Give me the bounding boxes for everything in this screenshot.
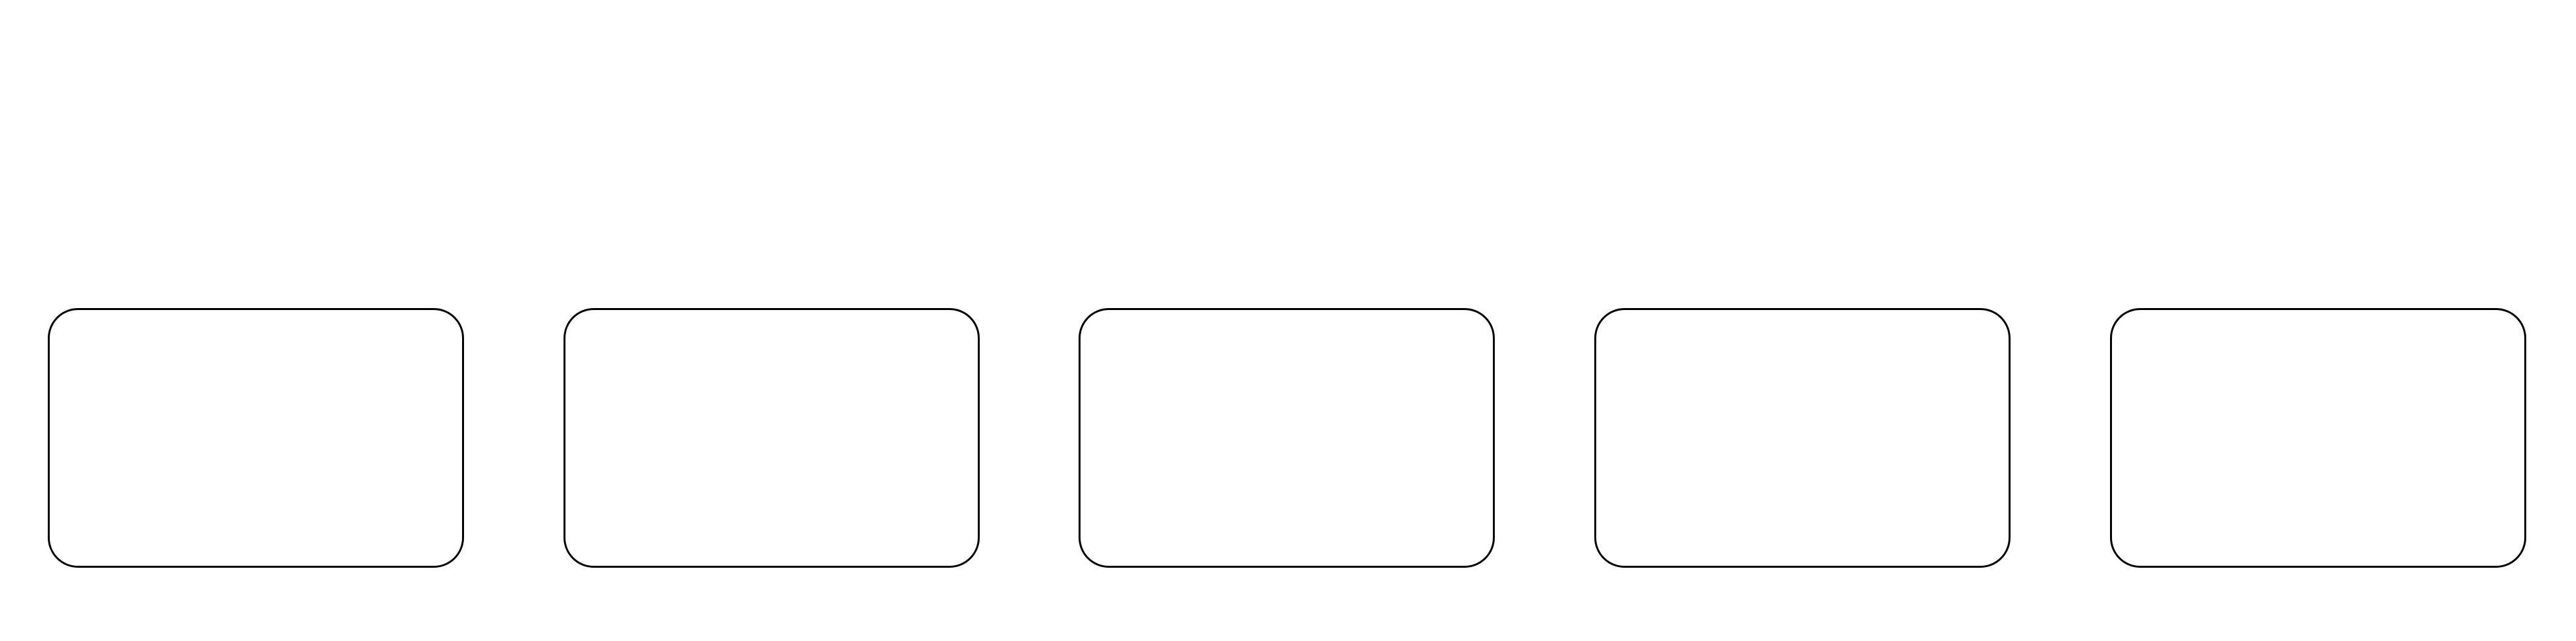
diagram-box-4 bbox=[1594, 308, 2011, 568]
diagram-box-2 bbox=[564, 308, 980, 568]
diagram-box-3 bbox=[1079, 308, 1495, 568]
diagram-box-1 bbox=[48, 308, 464, 568]
diagram-box-5 bbox=[2110, 308, 2526, 568]
diagram-canvas bbox=[0, 0, 2576, 641]
